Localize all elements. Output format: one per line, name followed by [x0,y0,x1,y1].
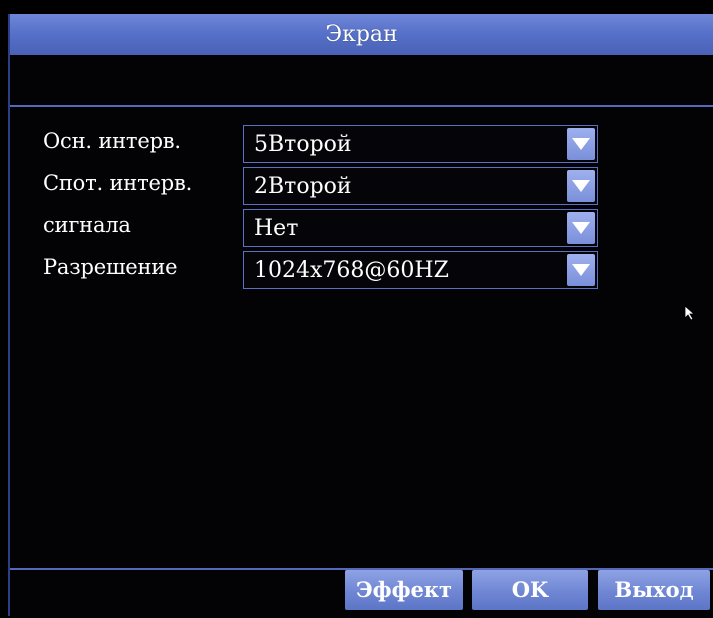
header-strip [10,55,713,107]
window-title: Экран [10,14,713,55]
spot-interval-select[interactable]: 2Второй [243,167,598,205]
spot-interval-label: Спот. интерв. [43,171,193,195]
resolution-select[interactable]: 1024x768@60HZ [243,251,598,289]
ok-button[interactable]: OK [472,570,588,610]
setting-row-signal: сигнала Нет [10,209,713,247]
chevron-down-icon[interactable] [567,128,595,160]
setting-row-spot-interval: Спот. интерв. 2Второй [10,167,713,205]
chevron-down-icon[interactable] [567,254,595,286]
mouse-pointer-icon [684,305,696,325]
main-interval-select[interactable]: 5Второй [243,125,598,163]
exit-button[interactable]: Выход [598,570,710,610]
signal-select[interactable]: Нет [243,209,598,247]
chevron-down-icon[interactable] [567,212,595,244]
resolution-value: 1024x768@60HZ [254,258,449,283]
setting-row-resolution: Разрешение 1024x768@60HZ [10,251,713,289]
chevron-down-icon[interactable] [567,170,595,202]
resolution-label: Разрешение [43,255,178,279]
main-interval-label: Осн. интерв. [43,129,181,153]
effect-button[interactable]: Эффект [345,570,463,610]
signal-value: Нет [254,216,299,241]
screen-settings-window: Экран Осн. интерв. 5Второй Спот. интерв.… [8,14,713,618]
setting-row-main-interval: Осн. интерв. 5Второй [10,125,713,163]
signal-label: сигнала [43,213,131,237]
main-interval-value: 5Второй [254,132,352,157]
spot-interval-value: 2Второй [254,174,352,199]
